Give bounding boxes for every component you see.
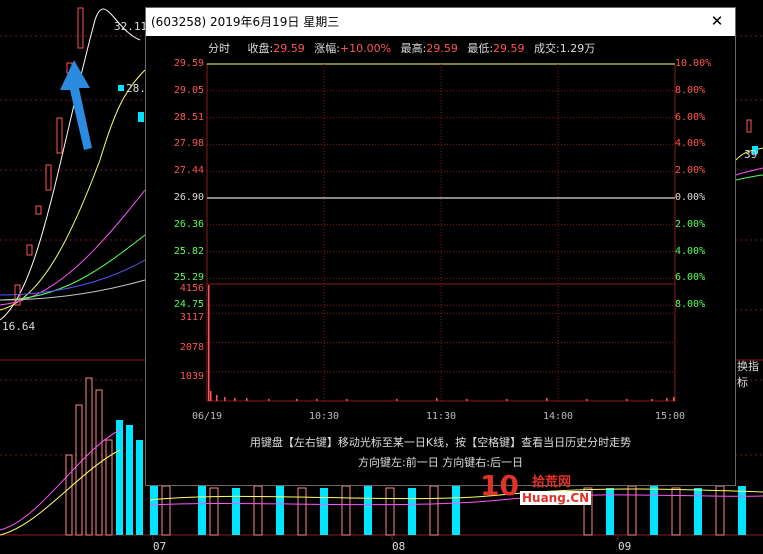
- direction-key-hint: 方向键左:前一日 方向键右:后一日: [358, 456, 523, 469]
- volume-bar: [673, 397, 675, 401]
- volume-bar: [246, 398, 248, 401]
- watermark-number: 10: [480, 469, 519, 502]
- percent-axis-label: 6.00%: [675, 111, 706, 123]
- peak-price-label: 32.11: [114, 20, 148, 33]
- price-axis-label: 28.51: [173, 111, 204, 123]
- partial-price-label-right: 39: [744, 148, 758, 161]
- volume-bar: [216, 395, 218, 401]
- time-axis-label: 06/19: [191, 411, 223, 422]
- price-axis-label: 29.05: [173, 84, 204, 96]
- x-month-label: 08: [392, 540, 406, 553]
- volume-bar: [506, 399, 508, 401]
- volume-axis-label: 3117: [179, 312, 204, 324]
- percent-axis-label: 4.00%: [675, 245, 706, 257]
- volume-bar: [466, 399, 468, 401]
- price-min-label: 16.64: [2, 320, 36, 333]
- price-axis-label: 27.98: [173, 138, 204, 150]
- partial-price-label: 28.: [126, 82, 146, 95]
- price-axis-label: 25.82: [173, 245, 204, 257]
- volume-bar: [224, 397, 226, 401]
- price-axis-label: 26.36: [173, 218, 204, 230]
- volume-bar: [268, 399, 270, 401]
- price-axis-label: 26.90: [173, 192, 204, 203]
- site-watermark-logo: 10 拾荒网 Huang.CN: [480, 469, 600, 511]
- time-axis-label: 14:00: [542, 411, 574, 422]
- watermark-chinese: 拾荒网: [532, 475, 572, 490]
- volume-bar: [396, 399, 398, 401]
- price-axis-label: 29.59: [173, 58, 204, 69]
- percent-axis-label: 8.00%: [675, 299, 706, 311]
- time-axis-label: 11:30: [425, 411, 457, 422]
- volume-bar: [651, 399, 653, 401]
- volume-bar: [208, 285, 210, 401]
- volume-bar: [436, 398, 438, 401]
- volume-bar: [346, 399, 348, 401]
- percent-axis-label: 2.00%: [675, 218, 706, 230]
- time-axis-label: 10:30: [308, 411, 340, 422]
- percent-axis-label: 6.00%: [675, 272, 706, 284]
- price-axis-label: 24.75: [173, 299, 204, 311]
- percent-axis-label: 10.00%: [675, 58, 712, 69]
- volume-bar: [234, 398, 236, 401]
- volume-bar: [210, 391, 212, 401]
- volume-bar: [296, 399, 298, 401]
- keyboard-hint: 用键盘【左右键】移动光标至某一日K线，按【空格键】查看当日历史分时走势: [249, 436, 632, 449]
- x-month-label: 09: [618, 540, 632, 553]
- blue-arrow-annotation: [60, 60, 92, 150]
- volume-bar: [586, 399, 588, 401]
- percent-axis-label: 2.00%: [675, 165, 706, 177]
- price-axis-label: 27.44: [173, 165, 204, 177]
- volume-axis-label: 4156: [179, 283, 204, 294]
- percent-axis-label: 4.00%: [675, 138, 706, 150]
- price-axis-label: 25.29: [173, 272, 204, 284]
- volume-bar: [546, 398, 548, 401]
- time-axis-label: 15:00: [654, 411, 686, 422]
- volume-axis-label: 2078: [179, 341, 204, 353]
- volume-bar: [316, 399, 318, 401]
- volume-bar: [666, 398, 668, 401]
- watermark-english: Huang.CN: [520, 491, 592, 505]
- intraday-history-dialog: (603258) 2019年6月19日 星期三 ✕ 分时 收盘:29.59 涨幅…: [145, 7, 736, 486]
- percent-axis-label: 8.00%: [675, 84, 706, 96]
- volume-axis-label: 1039: [179, 370, 204, 382]
- indicator-switch-label[interactable]: 换指标: [737, 358, 763, 390]
- volume-bar: [626, 399, 628, 401]
- x-month-label: 07: [153, 540, 167, 553]
- percent-axis-label: 0.00%: [675, 192, 706, 203]
